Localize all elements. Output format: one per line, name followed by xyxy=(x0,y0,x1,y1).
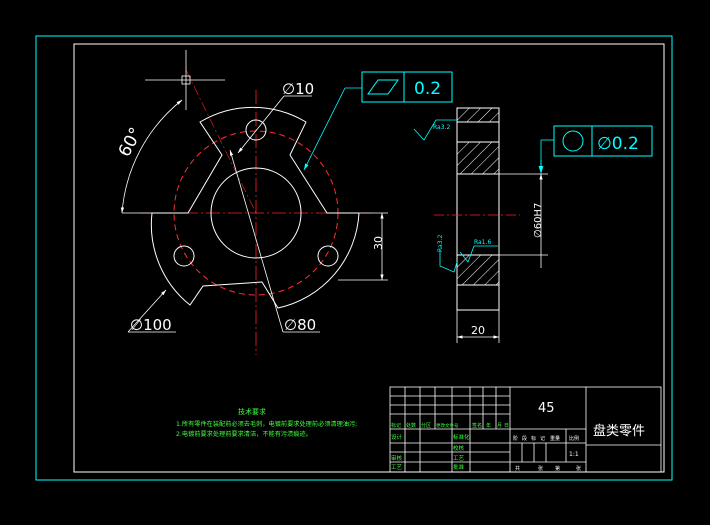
technical-notes: 技术要求 1.所有零件在装配前必须去毛刺，电镀前要求处理前必须清理油污; 2.电… xyxy=(176,407,357,438)
stage-header-3: 记 xyxy=(540,435,545,442)
notes-title: 技术要求 xyxy=(238,407,266,416)
title-block-text: 45 盘类零件 1:1 标记 处数 分区 更改文件号 签名 年 月 日 设计 标… xyxy=(391,401,645,472)
stage-header-4: 重量 xyxy=(550,435,560,442)
scale-value: 1:1 xyxy=(569,451,579,458)
sheet-label-1: 张 xyxy=(538,465,543,472)
row-design: 设计 xyxy=(391,433,403,441)
section-view: ∅60H7 20 Ra3.2 Ra3.2 Ra1.6 xyxy=(413,107,554,343)
cad-drawing: 60° ∅10 ∅100 ∅80 30 0.2 ∅60H7 20 Ra3.2 R… xyxy=(35,35,673,481)
rev-header-4: 签名 xyxy=(472,422,482,429)
sheet-label-3: 张 xyxy=(576,465,581,472)
row-approve: 批准 xyxy=(453,463,465,471)
coaxiality-icon xyxy=(562,130,584,152)
row-standard: 标准化 xyxy=(453,433,470,441)
stage-header-1: 段 xyxy=(522,435,527,442)
stage-header-0: 阶 xyxy=(513,435,518,442)
hole-diameter-label: ∅10 xyxy=(282,80,314,98)
row-review: 审核 xyxy=(391,454,403,462)
sheet-label-2: 第 xyxy=(555,465,560,472)
row-craft: 工艺 xyxy=(391,464,403,471)
rev-header-0: 标记 xyxy=(391,422,401,429)
notes-line-2: 2.电镀前要求处理前要求清洁，不能有污渍痕迹。 xyxy=(176,430,312,438)
bore-fit-label: ∅60H7 xyxy=(533,203,544,238)
front-view: 60° ∅10 ∅100 ∅80 30 xyxy=(115,50,388,355)
outer-diameter-label: ∅100 xyxy=(130,316,172,334)
disc-outline xyxy=(150,106,360,309)
stage-header-2: 标 xyxy=(531,435,536,442)
flatness-value: 0.2 xyxy=(414,79,441,99)
rev-header-6: 月 xyxy=(497,423,502,429)
bore-diameter-label: ∅80 xyxy=(284,316,316,334)
angle-label: 60° xyxy=(115,124,147,160)
stage-header-5: 比例 xyxy=(569,435,579,442)
sheet-label-0: 共 xyxy=(515,465,520,472)
notes-line-1: 1.所有零件在装配前必须去毛刺，电镀前要求处理前必须清理油污; xyxy=(176,420,357,428)
section-hatch-lower xyxy=(456,254,500,286)
section-hatch-upper xyxy=(456,141,500,175)
flatness-icon xyxy=(367,79,399,95)
roughness-top: Ra3.2 xyxy=(433,124,450,131)
rev-header-1: 处数 xyxy=(406,422,416,429)
inner-frame xyxy=(73,43,665,473)
row-craft-2: 工艺 xyxy=(453,455,465,462)
bolt-hole-left xyxy=(173,245,195,267)
bolt-hole-right xyxy=(317,245,339,267)
rev-header-2: 分区 xyxy=(421,422,431,429)
outer-frame xyxy=(35,35,673,481)
roughness-mid: Ra1.6 xyxy=(474,239,491,246)
rev-header-7: 日 xyxy=(504,423,509,429)
width-label: 20 xyxy=(471,324,485,337)
coaxiality-value: ∅0.2 xyxy=(597,134,639,154)
flatness-tolerance-frame: 0.2 xyxy=(361,71,453,103)
row-check: 校核 xyxy=(453,444,465,452)
roughness-left: Ra3.2 xyxy=(437,235,444,252)
material-label: 45 xyxy=(538,401,555,416)
section-hatch-top-small xyxy=(456,107,500,123)
coaxiality-tolerance-frame: ∅0.2 xyxy=(553,125,653,157)
hole-centerline-top xyxy=(185,69,257,214)
offset-dimension-label: 30 xyxy=(372,236,385,250)
part-name: 盘类零件 xyxy=(593,423,645,439)
rev-header-5: 年 xyxy=(486,422,491,429)
rev-header-3: 更改文件号 xyxy=(436,422,459,429)
